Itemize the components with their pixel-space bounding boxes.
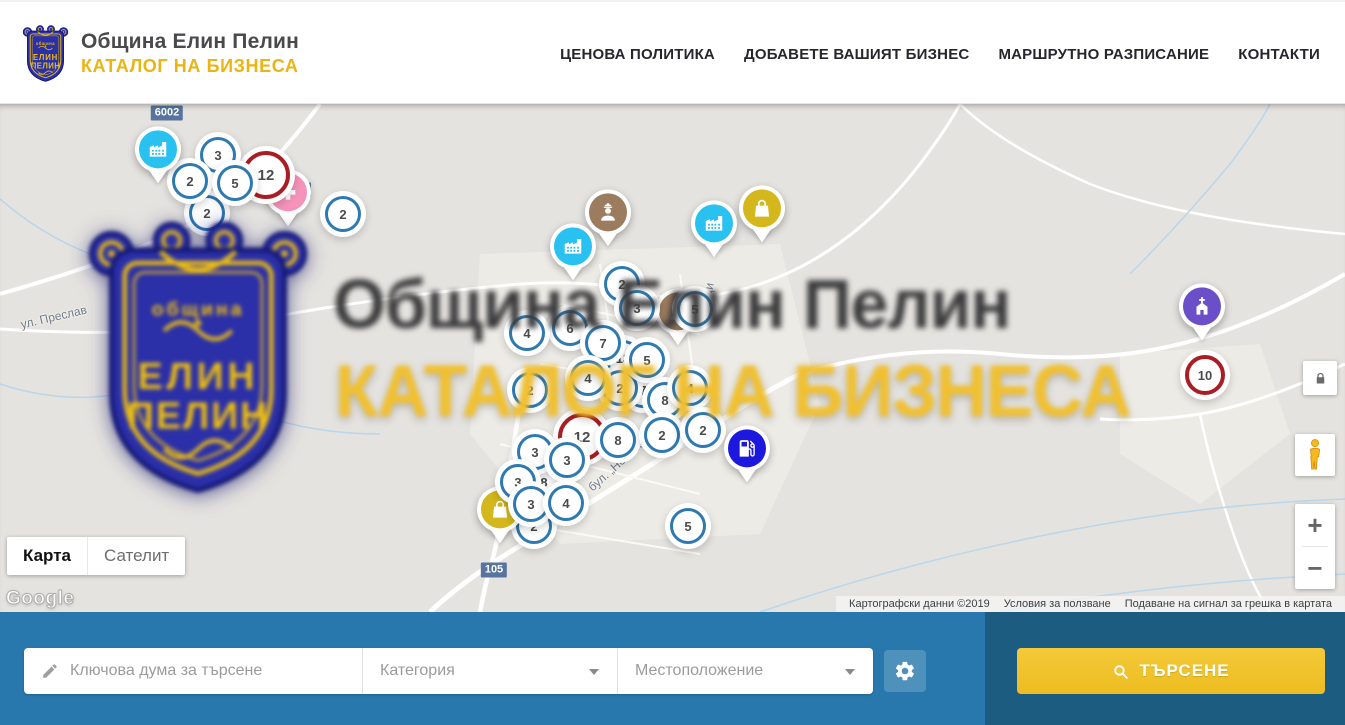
shield-name-line1: ЕЛИН <box>33 53 58 62</box>
nav-pricing-policy[interactable]: ЦЕНОВА ПОЛИТИКА <box>560 46 715 63</box>
church-icon <box>1183 287 1221 325</box>
cluster-marker[interactable]: 2 <box>685 412 721 448</box>
road-number-label: 105 <box>481 563 507 578</box>
cluster-marker[interactable]: 6 <box>552 310 588 346</box>
cluster-marker[interactable]: 2 <box>189 195 225 231</box>
factory-pin-marker[interactable] <box>135 126 181 172</box>
cluster-marker[interactable]: 2 <box>512 372 548 408</box>
cluster-marker[interactable]: 5 <box>677 291 713 327</box>
cluster-marker[interactable]: 2 <box>325 196 361 232</box>
fuel-icon <box>728 429 766 467</box>
cluster-marker[interactable]: 7 <box>585 325 621 361</box>
location-select[interactable]: Местоположение <box>617 648 873 694</box>
cluster-marker[interactable]: 10 <box>1185 355 1225 395</box>
cluster-marker[interactable]: 3 <box>549 442 585 478</box>
cluster-marker[interactable]: 4 <box>548 485 584 521</box>
site-subtitle: КАТАЛОГ НА БИЗНЕСА <box>81 56 299 77</box>
factory-icon <box>139 130 177 168</box>
search-bar-section: Категория Местоположение ТЪРСЕНЕ <box>0 612 1345 725</box>
search-icon <box>1112 663 1129 680</box>
category-select[interactable]: Категория <box>362 648 617 694</box>
search-button-panel: ТЪРСЕНЕ <box>985 612 1345 725</box>
cluster-marker[interactable]: 4 <box>509 315 545 351</box>
location-select-value: Местоположение <box>635 662 763 680</box>
cluster-marker[interactable]: 3 <box>619 290 655 326</box>
factory-pin-marker[interactable] <box>550 223 596 269</box>
main-nav: ЦЕНОВА ПОЛИТИКА ДОБАВЕТЕ ВАШИЯТ БИЗНЕС М… <box>560 2 1320 106</box>
cluster-marker[interactable]: 5 <box>670 508 706 544</box>
lock-icon <box>1313 371 1328 386</box>
worker-icon <box>589 193 627 231</box>
chevron-down-icon <box>589 669 599 675</box>
attribution-terms-link[interactable]: Условия за ползване <box>997 598 1118 610</box>
search-button[interactable]: ТЪРСЕНЕ <box>1017 648 1325 694</box>
advanced-search-button[interactable] <box>884 650 926 692</box>
nav-contacts[interactable]: КОНТАКТИ <box>1238 46 1320 63</box>
site-header: община ЕЛИН ПЕЛИН Община Елин Пелин КАТА… <box>0 0 1345 104</box>
google-logo[interactable]: Google <box>6 588 74 610</box>
worker-pin-marker[interactable] <box>585 189 631 235</box>
fuel-pin-marker[interactable] <box>724 425 770 471</box>
nav-add-your-business[interactable]: ДОБАВЕТЕ ВАШИЯТ БИЗНЕС <box>744 46 969 63</box>
lock-button[interactable] <box>1303 361 1337 395</box>
zoom-control: + − <box>1295 504 1335 589</box>
nav-route-schedule[interactable]: МАРШРУТНО РАЗПИСАНИЕ <box>998 46 1209 63</box>
attribution-report-error-link[interactable]: Подаване на сигнал за грешка в картата <box>1118 598 1339 610</box>
shield-small-text: община <box>36 41 55 46</box>
zoom-in-button[interactable]: + <box>1295 504 1335 546</box>
shopping-bag-icon <box>743 189 781 227</box>
pencil-icon <box>41 662 59 680</box>
category-select-value: Категория <box>380 662 455 680</box>
factory-pin-marker[interactable] <box>691 200 737 246</box>
gear-icon <box>894 660 916 682</box>
cluster-marker[interactable]: 5 <box>629 342 665 378</box>
pegman-icon <box>1304 438 1326 472</box>
search-fields-group: Категория Местоположение <box>24 648 873 694</box>
cluster-marker[interactable]: 4 <box>570 360 606 396</box>
keyword-search-input[interactable] <box>24 648 362 694</box>
municipality-coat-of-arms-logo[interactable]: община ЕЛИН ПЕЛИН <box>22 24 69 83</box>
cluster-marker[interactable]: 2 <box>602 370 638 406</box>
chevron-down-icon <box>845 669 855 675</box>
cluster-marker[interactable]: 3 <box>513 486 549 522</box>
cluster-marker[interactable]: 4 <box>672 370 708 406</box>
attribution-copyright: Картографски данни ©2019 <box>842 598 997 610</box>
map-type-control: Карта Сателит <box>7 537 185 575</box>
cluster-marker[interactable]: 2 <box>644 417 680 453</box>
map-type-satellite-button[interactable]: Сателит <box>87 537 185 575</box>
factory-icon <box>695 204 733 242</box>
shield-name-line2: ПЕЛИН <box>31 61 61 70</box>
road-number-label: 6002 <box>151 106 183 121</box>
church-pin-marker[interactable] <box>1179 283 1225 329</box>
cluster-marker[interactable]: 5 <box>217 165 253 201</box>
map-attribution: Картографски данни ©2019 Условия за полз… <box>836 596 1345 612</box>
map-type-map-button[interactable]: Карта <box>7 537 87 575</box>
cluster-marker[interactable]: 8 <box>600 422 636 458</box>
zoom-out-button[interactable]: − <box>1295 547 1335 589</box>
site-title: Община Елин Пелин <box>81 30 299 54</box>
map-canvas[interactable]: 3251222235647135427284128223338342510 60… <box>0 104 1345 612</box>
factory-icon <box>554 227 592 265</box>
street-view-pegman-button[interactable] <box>1295 434 1335 476</box>
shopping-bag-pin-marker[interactable] <box>739 185 785 231</box>
cluster-marker[interactable]: 2 <box>172 163 208 199</box>
